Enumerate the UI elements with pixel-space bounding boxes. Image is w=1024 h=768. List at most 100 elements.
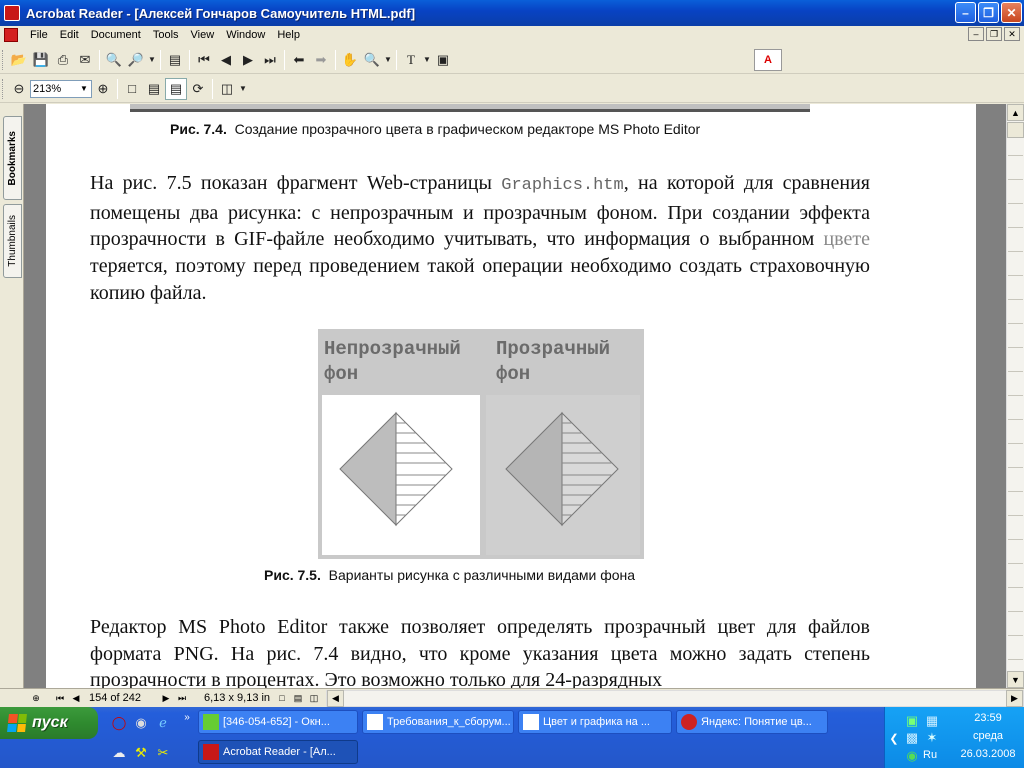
network-icon[interactable]: ▣ bbox=[903, 712, 921, 730]
task-word-color[interactable]: Цвет и графика на ... bbox=[518, 710, 672, 734]
cut-quicklaunch-icon[interactable]: ✂ bbox=[154, 744, 172, 762]
status-next-page-icon[interactable]: ▶ bbox=[158, 691, 174, 706]
next-page-icon[interactable]: ▶ bbox=[237, 49, 259, 71]
internet-explorer-icon[interactable]: ℯ bbox=[154, 714, 172, 732]
previous-page-icon[interactable]: ◀ bbox=[215, 49, 237, 71]
document-icon[interactable] bbox=[4, 28, 18, 42]
menu-document[interactable]: Document bbox=[85, 29, 147, 41]
zoom-in-icon[interactable]: ⊕ bbox=[92, 78, 114, 100]
print-icon[interactable]: ⎙ bbox=[52, 49, 74, 71]
navigation-pane-icon[interactable]: ▤ bbox=[164, 49, 186, 71]
adobe-logo-icon[interactable]: A bbox=[754, 49, 782, 71]
fit-width-icon[interactable]: ▤ bbox=[165, 77, 187, 100]
doc-restore-button[interactable]: ❐ bbox=[986, 27, 1002, 41]
menu-file[interactable]: File bbox=[24, 29, 54, 41]
page-layout-dropdown-icon[interactable]: ▼ bbox=[238, 78, 248, 100]
toolbar-separator bbox=[117, 78, 118, 99]
toolbar-separator bbox=[212, 78, 213, 99]
tab-thumbnails[interactable]: Thumbnails bbox=[3, 204, 22, 278]
previous-view-icon[interactable]: ⬅ bbox=[288, 49, 310, 71]
horizontal-scrollbar[interactable]: ◀ ▶ bbox=[326, 690, 1024, 707]
page-number-field[interactable]: 154 of 242 bbox=[87, 691, 155, 706]
paragraph-2: Редактор MS Photo Editor также позволяет… bbox=[90, 616, 870, 688]
open-icon[interactable]: 📂 bbox=[8, 49, 30, 71]
close-button[interactable]: ✕ bbox=[1001, 2, 1022, 23]
hand-tool-icon[interactable]: ✋ bbox=[339, 49, 361, 71]
task-label: Цвет и графика на ... bbox=[543, 716, 650, 728]
zoom-level-field[interactable]: 213% ▼ bbox=[30, 79, 92, 98]
clock[interactable]: 23:59 среда 26.03.2008 bbox=[957, 711, 1019, 762]
vertical-scrollbar[interactable]: ▲ ▼ bbox=[1006, 104, 1024, 688]
quicklaunch-chevron-icon[interactable]: » bbox=[178, 708, 196, 726]
single-page-icon[interactable]: □ bbox=[274, 691, 290, 706]
language-indicator[interactable]: Ru bbox=[923, 749, 937, 761]
icq-icon bbox=[203, 714, 219, 730]
snapshot-tool-icon[interactable]: ▣ bbox=[432, 49, 454, 71]
last-page-icon[interactable]: ⏭ bbox=[259, 49, 281, 71]
find-icon[interactable]: 🔍 bbox=[103, 49, 125, 71]
status-last-page-icon[interactable]: ⏭ bbox=[174, 691, 190, 706]
task-word-requirements[interactable]: Требования_к_сборум... bbox=[362, 710, 514, 734]
first-page-icon[interactable]: ⏮ bbox=[193, 49, 215, 71]
fit-page-icon[interactable]: ▤ bbox=[143, 78, 165, 100]
scroll-down-icon[interactable]: ▼ bbox=[1007, 671, 1024, 688]
monitor-icon[interactable]: ▩ bbox=[903, 729, 921, 747]
scroll-left-icon[interactable]: ◀ bbox=[327, 690, 344, 707]
menu-edit[interactable]: Edit bbox=[54, 29, 85, 41]
opera-quicklaunch-icon[interactable]: ◯ bbox=[110, 714, 128, 732]
toolbar-grip[interactable] bbox=[2, 78, 5, 99]
document-view[interactable]: Рис. 7.4. Создание прозрачного цвета в г… bbox=[24, 104, 1006, 688]
status-first-page-icon[interactable]: ⏮ bbox=[52, 691, 68, 706]
menu-help[interactable]: Help bbox=[271, 29, 306, 41]
figure-7-4-bottom-edge bbox=[130, 104, 810, 112]
acrobat-app-icon[interactable] bbox=[4, 5, 20, 21]
status-previous-page-icon[interactable]: ◀ bbox=[68, 691, 84, 706]
next-view-icon[interactable]: ➡ bbox=[310, 49, 332, 71]
zoom-dropdown-icon[interactable]: ▼ bbox=[383, 49, 393, 71]
zoom-level-dropdown-icon[interactable]: ▼ bbox=[77, 84, 91, 93]
start-button[interactable]: пуск bbox=[0, 707, 98, 739]
tool-quicklaunch-icon[interactable]: ⚒ bbox=[132, 744, 150, 762]
search-dropdown-icon[interactable]: ▼ bbox=[147, 49, 157, 71]
toolbar-grip[interactable] bbox=[2, 49, 5, 70]
page-layout-icon[interactable]: ◫ bbox=[216, 78, 238, 100]
doc-close-button[interactable]: ✕ bbox=[1004, 27, 1020, 41]
toolbar-separator bbox=[189, 49, 190, 70]
word-document-icon bbox=[367, 714, 383, 730]
text-select-tool-icon[interactable]: T bbox=[400, 49, 422, 71]
task-acrobat-reader[interactable]: Acrobat Reader - [Ал... bbox=[198, 740, 358, 764]
menu-window[interactable]: Window bbox=[220, 29, 271, 41]
tab-bookmarks[interactable]: Bookmarks bbox=[3, 116, 22, 200]
minimize-button[interactable]: – bbox=[955, 2, 976, 23]
zoom-out-icon[interactable]: ⊖ bbox=[8, 78, 30, 100]
split-icon[interactable]: ⊕ bbox=[28, 691, 44, 706]
opera-icon bbox=[681, 714, 697, 730]
icq-tray-icon[interactable]: ◉ bbox=[903, 747, 921, 765]
actual-size-icon[interactable]: □ bbox=[121, 78, 143, 100]
paragraph-1: На рис. 7.5 показан фрагмент Web-страниц… bbox=[90, 170, 870, 307]
cloud-quicklaunch-icon[interactable]: ☁ bbox=[110, 744, 128, 762]
menu-tools[interactable]: Tools bbox=[147, 29, 185, 41]
eye-quicklaunch-icon[interactable]: ◉ bbox=[132, 714, 150, 732]
save-icon[interactable]: 💾 bbox=[30, 49, 52, 71]
zoom-in-tool-icon[interactable]: 🔍 bbox=[361, 49, 383, 71]
tray-collapse-icon[interactable]: ❮ bbox=[885, 729, 903, 747]
vertical-scroll-thumb[interactable] bbox=[1007, 122, 1024, 138]
figure-7-4-caption: Рис. 7.4. Создание прозрачного цвета в г… bbox=[170, 121, 700, 137]
scroll-right-icon[interactable]: ▶ bbox=[1006, 690, 1023, 707]
continuous-icon[interactable]: ▤ bbox=[290, 691, 306, 706]
doc-minimize-button[interactable]: – bbox=[968, 27, 984, 41]
search-icon[interactable]: 🔎 bbox=[125, 49, 147, 71]
scroll-up-icon[interactable]: ▲ bbox=[1007, 104, 1024, 121]
select-dropdown-icon[interactable]: ▼ bbox=[422, 49, 432, 71]
email-icon[interactable]: ✉ bbox=[74, 49, 96, 71]
facing-icon[interactable]: ◫ bbox=[306, 691, 322, 706]
task-icq-window[interactable]: [346-054-652] - Окн... bbox=[198, 710, 358, 734]
scroll-tick bbox=[1008, 288, 1023, 300]
rotate-view-icon[interactable]: ⟳ bbox=[187, 78, 209, 100]
star-icon[interactable]: ✶ bbox=[923, 729, 941, 747]
menu-view[interactable]: View bbox=[185, 29, 221, 41]
maximize-button[interactable]: ❐ bbox=[978, 2, 999, 23]
task-opera-yandex[interactable]: Яндекс: Понятие цв... bbox=[676, 710, 828, 734]
screens-icon[interactable]: ▦ bbox=[923, 712, 941, 730]
